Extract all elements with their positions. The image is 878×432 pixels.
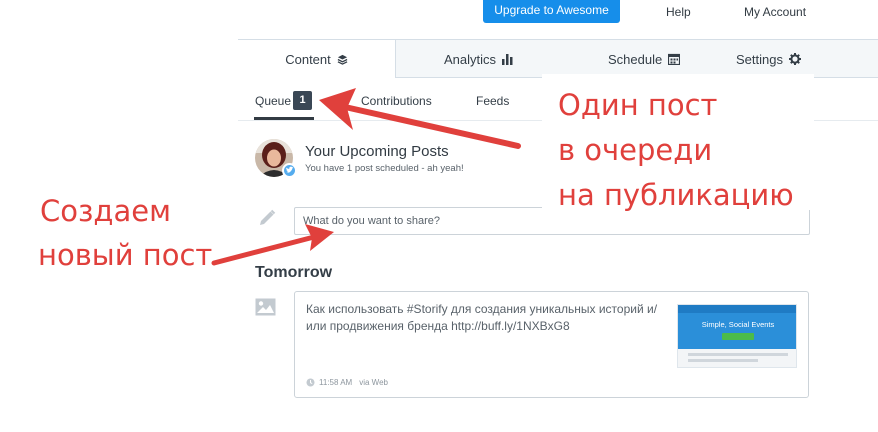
arrow-to-queue [319,88,521,149]
annotation-arrows [211,88,521,266]
arrow-to-composer [211,224,334,266]
